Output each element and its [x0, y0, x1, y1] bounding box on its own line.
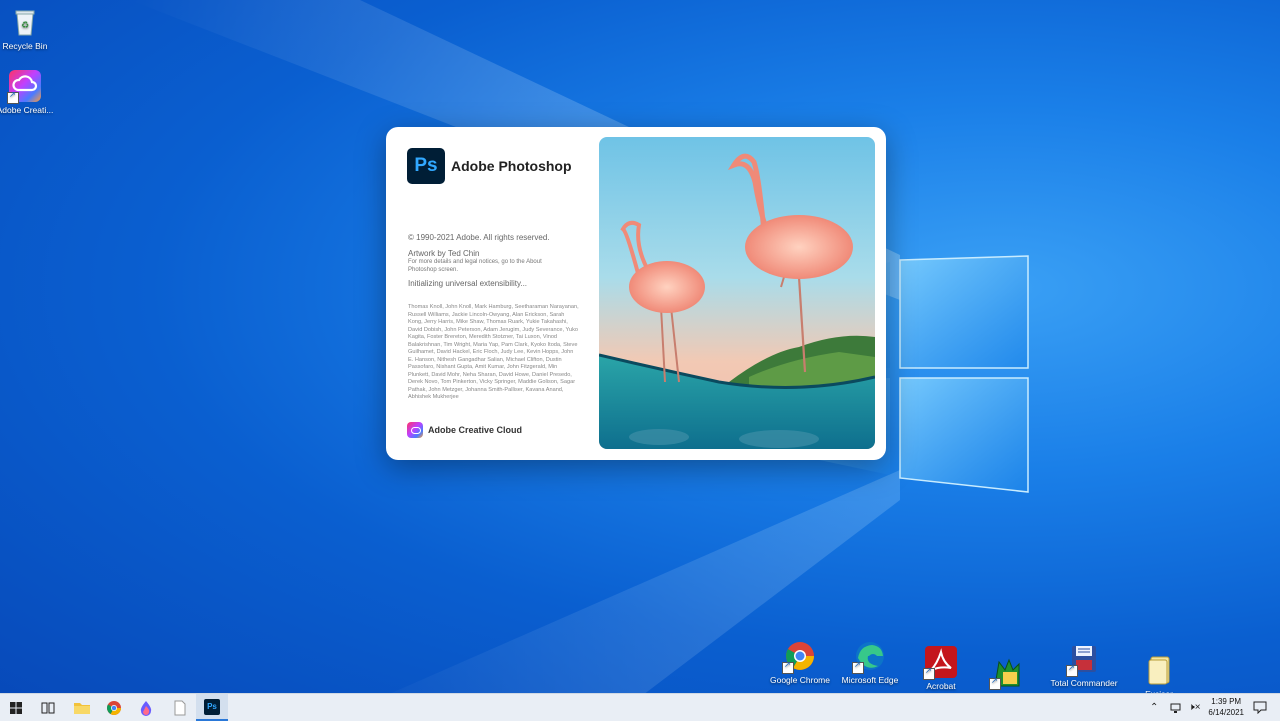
- desktop-icon-total-commander[interactable]: Total Commander: [1049, 643, 1119, 688]
- clock-time: 1:39 PM: [1211, 697, 1242, 706]
- taskbar-chrome[interactable]: [98, 694, 130, 721]
- desktop-icon-label: Acrobat: [926, 681, 956, 691]
- acrobat-icon: [923, 646, 957, 680]
- desktop-icon-acrobat[interactable]: Acrobat: [906, 646, 976, 691]
- task-view-button[interactable]: [32, 694, 64, 721]
- desktop-icon-label: Adobe Creati...: [0, 105, 54, 115]
- task-view-icon: [41, 702, 55, 713]
- start-button[interactable]: [0, 694, 32, 721]
- desktop-icon-app[interactable]: [972, 656, 1042, 691]
- show-hidden-icons-chevron-icon[interactable]: ⌃: [1150, 702, 1158, 713]
- loading-status: Initializing universal extensibility...: [408, 279, 528, 288]
- legal-notice: For more details and legal notices, go t…: [408, 259, 542, 273]
- desktop-icon-creative-cloud[interactable]: Adobe Creati...: [0, 70, 60, 115]
- clock-date: 6/14/2021: [1208, 708, 1244, 717]
- copyright-text: © 1990-2021 Adobe. All rights reserved.: [408, 233, 550, 242]
- app-icon: [989, 656, 1023, 690]
- credits-list: Thomas Knoll, John Knoll, Mark Hamburg, …: [408, 304, 579, 400]
- desktop-icon-microsoft-edge[interactable]: Microsoft Edge: [835, 640, 905, 685]
- file-explorer-icon: [74, 702, 90, 714]
- notification-icon: [1253, 701, 1267, 714]
- chrome-icon: [782, 640, 816, 674]
- edge-icon: [852, 640, 886, 674]
- photoshop-icon: Ps: [204, 698, 220, 715]
- app-icon: [140, 700, 152, 716]
- splash-artwork-image: [599, 137, 875, 449]
- photoshop-splash-screen: Ps Adobe Photoshop © 1990-2021 Adobe. Al…: [386, 127, 886, 460]
- desktop-icon-recycle-bin[interactable]: ♻ Recycle Bin: [0, 6, 60, 51]
- folder-icon: [1143, 654, 1175, 686]
- desktop-icon-google-chrome[interactable]: Google Chrome: [765, 640, 835, 685]
- taskbar-file[interactable]: [164, 694, 196, 721]
- chrome-icon: [107, 700, 121, 715]
- artwork-credit: Artwork by Ted Chin: [408, 249, 480, 258]
- creative-cloud-icon: [407, 422, 423, 438]
- taskbar: Ps ⌃ 🕨× 1:39 PM 6/14/2021: [0, 693, 1280, 721]
- total-commander-icon: [1066, 643, 1100, 677]
- svg-text:♻: ♻: [21, 20, 29, 30]
- app-title: Adobe Photoshop: [451, 158, 572, 174]
- creative-cloud-icon: [7, 70, 41, 104]
- desktop-icon-label: Total Commander: [1050, 678, 1118, 688]
- system-tray: ⌃ 🕨×: [1150, 694, 1201, 721]
- desktop-icon-label: Microsoft Edge: [841, 675, 899, 685]
- clock[interactable]: 1:39 PM 6/14/2021: [1208, 696, 1244, 718]
- notification-center-button[interactable]: [1246, 694, 1274, 721]
- creative-cloud-label: Adobe Creative Cloud: [428, 425, 523, 435]
- recycle-bin-icon: ♻: [9, 6, 41, 38]
- photoshop-logo-icon: Ps: [407, 148, 445, 184]
- file-icon: [174, 700, 186, 715]
- taskbar-photoshop[interactable]: Ps: [196, 694, 228, 721]
- network-icon[interactable]: [1170, 702, 1182, 714]
- taskbar-file-explorer[interactable]: [66, 694, 98, 721]
- desktop-icon-label: Google Chrome: [769, 675, 830, 685]
- taskbar-app[interactable]: [130, 694, 162, 721]
- start-icon: [10, 701, 22, 714]
- desktop-icon-label: Recycle Bin: [2, 41, 48, 51]
- creative-cloud-brand: Adobe Creative Cloud: [407, 422, 522, 438]
- volume-muted-icon[interactable]: 🕨×: [1188, 702, 1200, 713]
